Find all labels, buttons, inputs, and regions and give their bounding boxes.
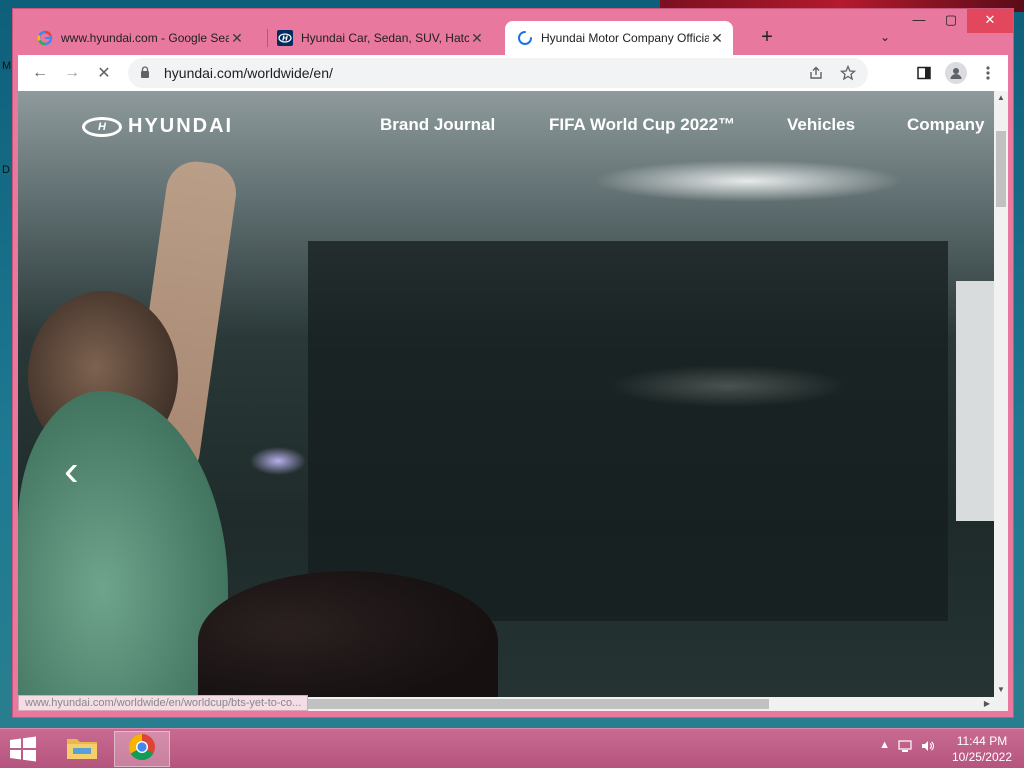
link-status-bubble: www.hyundai.com/worldwide/en/worldcup/bt… [18, 695, 309, 711]
browser-toolbar: ← → ✕ hyundai.com/worldwide/en/ [18, 55, 1008, 91]
new-tab-button[interactable]: + [755, 26, 779, 50]
carousel-prev-button[interactable]: ‹ [64, 449, 94, 497]
file-explorer-taskbar-button[interactable] [54, 731, 110, 767]
vertical-scrollbar[interactable]: ▲ ▼ [994, 91, 1008, 697]
nav-vehicles[interactable]: Vehicles [787, 115, 855, 135]
profile-button[interactable] [940, 57, 972, 89]
folder-icon [65, 733, 99, 766]
taskbar-clock[interactable]: 11:44 PM 10/25/2022 [952, 733, 1012, 765]
hero-stadium-screen [956, 281, 996, 521]
desktop-icon-label[interactable]: M [2, 60, 11, 72]
tab-title: www.hyundai.com - Google Sear [61, 31, 229, 45]
volume-icon[interactable] [920, 739, 934, 756]
side-panel-icon[interactable] [908, 57, 940, 89]
tab-title: Hyundai Motor Company Officia [541, 31, 709, 45]
tab-title: Hyundai Car, Sedan, SUV, HatchB [301, 31, 469, 45]
scroll-up-arrow-icon[interactable]: ▲ [994, 91, 1008, 105]
hero-video[interactable] [18, 91, 1008, 711]
lock-icon[interactable] [140, 65, 156, 81]
tab-hyundai-cars[interactable]: H Hyundai Car, Sedan, SUV, HatchB ✕ [265, 21, 493, 55]
hero-stadium-backdrop [308, 241, 948, 621]
desktop-icon-label[interactable]: D [2, 164, 10, 176]
nav-brand-journal[interactable]: Brand Journal [380, 115, 495, 135]
bookmark-star-icon[interactable] [832, 57, 864, 89]
system-tray: ▲ [879, 739, 934, 756]
maximize-button[interactable]: ▢ [935, 9, 967, 33]
scroll-down-arrow-icon[interactable]: ▼ [994, 683, 1008, 697]
vertical-scrollbar-thumb[interactable] [996, 131, 1006, 207]
clock-date: 10/25/2022 [951, 750, 1012, 764]
minimize-button[interactable]: — [903, 9, 935, 33]
loading-spinner-icon [517, 30, 533, 46]
tab-close-icon[interactable]: ✕ [469, 30, 485, 47]
tab-hyundai-official[interactable]: Hyundai Motor Company Officia ✕ [505, 21, 733, 55]
hyundai-logo-mark: H [82, 116, 122, 137]
page-viewport: H HYUNDAI Brand Journal FIFA World Cup 2… [18, 91, 1008, 711]
url-text[interactable]: hyundai.com/worldwide/en/ [164, 65, 333, 81]
address-bar[interactable]: hyundai.com/worldwide/en/ [128, 58, 868, 88]
google-icon [37, 30, 53, 46]
nav-company[interactable]: Company [907, 115, 984, 135]
share-icon[interactable] [800, 57, 832, 89]
forward-button[interactable]: → [56, 57, 88, 89]
svg-text:H: H [282, 35, 288, 43]
network-icon[interactable] [898, 739, 912, 756]
avatar-icon [945, 62, 967, 84]
tab-search-button[interactable]: ⌄ [875, 27, 895, 47]
tab-close-icon[interactable]: ✕ [709, 30, 725, 47]
start-button[interactable] [8, 735, 38, 763]
clock-time: 11:44 PM [956, 734, 1008, 748]
stop-loading-button[interactable]: ✕ [88, 57, 120, 89]
tab-strip: www.hyundai.com - Google Sear ✕ H Hyunda… [13, 9, 1013, 55]
tab-google-search[interactable]: www.hyundai.com - Google Sear ✕ [25, 21, 253, 55]
more-menu-icon[interactable] [972, 57, 1004, 89]
back-button[interactable]: ← [24, 57, 56, 89]
tab-close-icon[interactable]: ✕ [229, 30, 245, 47]
hyundai-logo[interactable]: H HYUNDAI [82, 115, 233, 138]
chrome-taskbar-button[interactable] [114, 731, 170, 767]
hyundai-logo-text: HYUNDAI [128, 115, 234, 137]
chrome-icon [127, 732, 157, 767]
browser-window: www.hyundai.com - Google Sear ✕ H Hyunda… [12, 8, 1014, 718]
nav-fifa-world-cup[interactable]: FIFA World Cup 2022™ [549, 115, 735, 135]
taskbar: ▲ 11:44 PM 10/25/2022 [0, 728, 1024, 768]
scroll-right-arrow-icon[interactable]: ▶ [980, 697, 994, 711]
hyundai-favicon: H [277, 30, 293, 46]
hero-crowd [198, 571, 498, 711]
tray-expand-icon[interactable]: ▲ [879, 739, 890, 756]
close-window-button[interactable]: ✕ [967, 9, 1013, 33]
